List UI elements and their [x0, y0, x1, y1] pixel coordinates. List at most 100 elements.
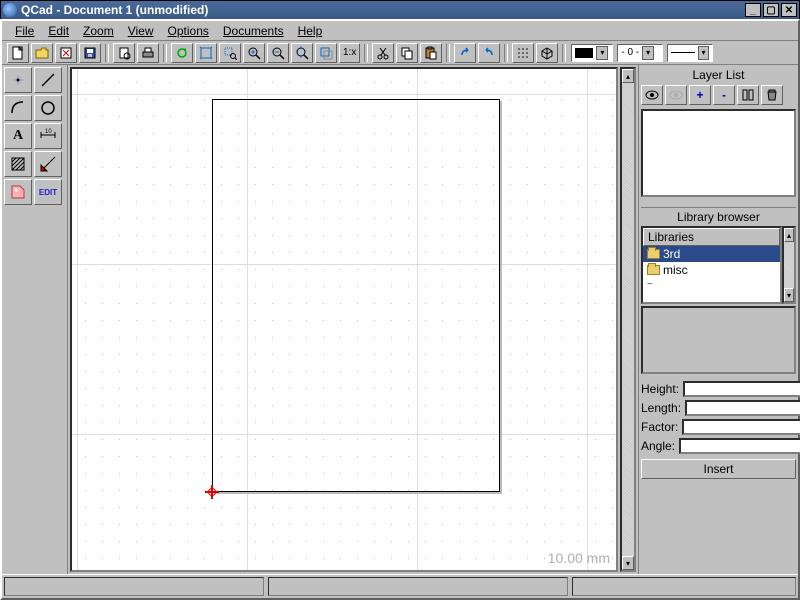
maximize-button[interactable]: ▢	[763, 3, 779, 17]
origin-marker	[205, 485, 219, 499]
svg-text:10: 10	[45, 129, 52, 135]
statusbar	[2, 574, 798, 598]
copy-button[interactable]	[396, 43, 418, 63]
separator	[364, 44, 368, 62]
layer-add-button[interactable]: +	[689, 85, 711, 105]
menu-file[interactable]: File	[8, 23, 41, 39]
vertical-scrollbar[interactable]: ▴ ▾	[620, 67, 636, 572]
right-panel: Layer List + - Library browser Libraries…	[638, 65, 798, 574]
layer-delete-button[interactable]	[761, 85, 783, 105]
grid-toggle-button[interactable]	[512, 43, 534, 63]
folder-icon	[647, 265, 660, 275]
menu-options[interactable]: Options	[161, 23, 216, 39]
scroll-down-button[interactable]: ▾	[622, 556, 634, 570]
scroll-track[interactable]	[784, 242, 794, 288]
library-items[interactable]: Libraries 3rd misc ~	[641, 226, 782, 304]
folder-icon	[647, 249, 660, 259]
scroll-up-button[interactable]: ▴	[622, 69, 634, 83]
height-input[interactable]	[683, 381, 800, 397]
main-row: A 10 EDIT 10.00 mm ▴ ▾ La	[2, 65, 798, 574]
separator	[504, 44, 508, 62]
redraw-button[interactable]	[171, 43, 193, 63]
layer-visible-button[interactable]	[641, 85, 663, 105]
zoom-in-button[interactable]	[243, 43, 265, 63]
layer-list[interactable]	[641, 109, 796, 197]
dropdown-icon: ▾	[642, 46, 654, 60]
scroll-track[interactable]	[622, 83, 634, 556]
tool-line[interactable]	[34, 67, 62, 93]
menu-help[interactable]: Help	[291, 23, 330, 39]
tool-measure[interactable]	[34, 151, 62, 177]
left-toolbox: A 10 EDIT	[2, 65, 68, 574]
main-toolbar: 1:x ▾ - 0 - ▾ ▾	[2, 41, 798, 65]
library-item-3rd[interactable]: 3rd	[643, 246, 780, 262]
dropdown-icon: ▾	[698, 46, 710, 60]
tool-dimension[interactable]: 10	[34, 123, 62, 149]
lineweight-selector[interactable]: - 0 - ▾	[617, 44, 663, 62]
layer-remove-button[interactable]: -	[713, 85, 735, 105]
zoom-pan-button[interactable]	[291, 43, 313, 63]
menu-edit[interactable]: Edit	[41, 23, 76, 39]
library-list: Libraries 3rd misc ~ ▴ ▾	[641, 226, 796, 304]
tool-text[interactable]: A	[4, 123, 32, 149]
paste-button[interactable]	[420, 43, 442, 63]
factor-input[interactable]	[682, 419, 800, 435]
app-frame: File Edit Zoom View Options Documents He…	[0, 19, 800, 600]
zoom-ratio-button[interactable]: 1:x	[339, 43, 360, 63]
cut-button[interactable]	[372, 43, 394, 63]
print-preview-button[interactable]	[113, 43, 135, 63]
window-title: QCad - Document 1 (unmodified)	[21, 3, 208, 17]
scroll-down-button[interactable]: ▾	[784, 288, 794, 302]
factor-label: Factor:	[641, 420, 682, 434]
zoom-out-button[interactable]	[267, 43, 289, 63]
canvas-area: 10.00 mm ▴ ▾	[68, 65, 638, 574]
library-item-misc[interactable]: misc	[643, 262, 780, 278]
tool-edit[interactable]: EDIT	[34, 179, 62, 205]
minimize-button[interactable]: _	[745, 3, 761, 17]
menu-documents[interactable]: Documents	[216, 23, 291, 39]
close-doc-button[interactable]	[55, 43, 77, 63]
undo-button[interactable]	[454, 43, 476, 63]
tool-arc[interactable]	[4, 95, 32, 121]
scale-label: 10.00 mm	[548, 550, 610, 566]
titlebar: QCad - Document 1 (unmodified) _ ▢ ✕	[0, 0, 800, 19]
layer-edit-button[interactable]	[737, 85, 759, 105]
zoom-window-button[interactable]	[219, 43, 241, 63]
close-button[interactable]: ✕	[781, 3, 797, 17]
drawing-canvas[interactable]: 10.00 mm	[70, 67, 618, 572]
zoom-all-button[interactable]	[195, 43, 217, 63]
height-label: Height:	[641, 382, 683, 396]
angle-input[interactable]	[679, 438, 800, 454]
drawing-rectangle	[212, 99, 500, 492]
isometric-button[interactable]	[536, 43, 558, 63]
save-button[interactable]	[79, 43, 101, 63]
color-selector[interactable]: ▾	[571, 44, 613, 62]
tool-point[interactable]	[4, 67, 32, 93]
app-icon	[3, 3, 17, 17]
insert-button[interactable]: Insert	[641, 459, 796, 479]
tool-hatch[interactable]	[4, 151, 32, 177]
status-pane-3	[572, 577, 796, 596]
redo-button[interactable]	[478, 43, 500, 63]
tool-circle[interactable]	[34, 95, 62, 121]
menu-zoom[interactable]: Zoom	[76, 23, 121, 39]
new-button[interactable]	[7, 43, 29, 63]
linetype-selector[interactable]: ▾	[667, 44, 713, 62]
insert-form: Height: Length: Factor: Angle:	[641, 380, 796, 455]
layer-list-title: Layer List	[641, 67, 796, 83]
length-input[interactable]	[685, 400, 800, 416]
library-scrollbar[interactable]: ▴ ▾	[782, 226, 796, 304]
open-button[interactable]	[31, 43, 53, 63]
zoom-previous-button[interactable]	[315, 43, 337, 63]
library-header[interactable]: Libraries	[643, 228, 780, 246]
library-item-more[interactable]: ~	[643, 278, 780, 291]
print-button[interactable]	[137, 43, 159, 63]
tool-tag[interactable]	[4, 179, 32, 205]
menu-view[interactable]: View	[121, 23, 161, 39]
status-pane-1	[4, 577, 264, 596]
separator	[446, 44, 450, 62]
layer-buttons: + -	[641, 85, 796, 107]
scroll-up-button[interactable]: ▴	[784, 228, 794, 242]
layer-hidden-button[interactable]	[665, 85, 687, 105]
color-swatch	[575, 48, 593, 58]
